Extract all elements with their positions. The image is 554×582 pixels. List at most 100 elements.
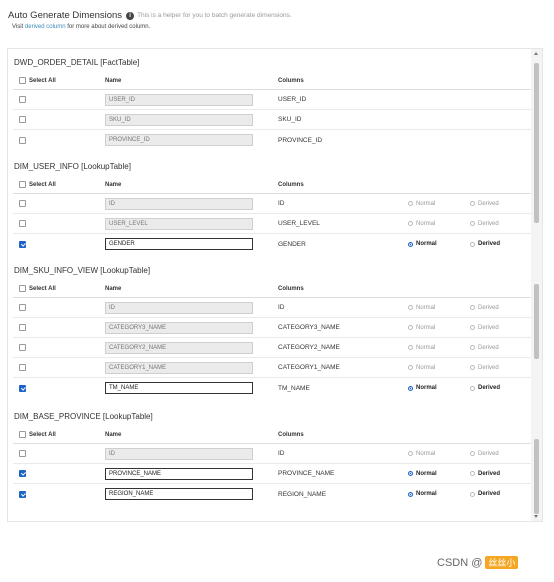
scrollbar-thumb[interactable] [534, 439, 539, 514]
derived-option[interactable]: Derived [470, 378, 500, 398]
derived-option[interactable]: Derived [470, 484, 500, 504]
dimension-name-input[interactable]: CATEGORY3_NAME [105, 321, 253, 334]
normal-option[interactable]: Normal [408, 214, 435, 233]
select-all-checkbox[interactable] [19, 285, 26, 292]
normal-option[interactable]: Normal [408, 234, 437, 254]
row-checkbox[interactable] [19, 384, 26, 392]
derived-radio[interactable] [470, 471, 475, 476]
section-title: DIM_BASE_PROVINCE [LookupTable] [14, 412, 153, 421]
normal-option[interactable]: Normal [408, 318, 435, 337]
derived-radio[interactable] [470, 201, 475, 206]
table-header-row: Select All Name Columns [13, 280, 531, 298]
derived-radio[interactable] [470, 491, 475, 497]
normal-radio[interactable] [408, 241, 413, 247]
select-all-checkbox[interactable] [19, 77, 26, 84]
row-checkbox[interactable] [19, 470, 26, 477]
scrollbar-thumb[interactable] [534, 284, 539, 359]
normal-radio[interactable] [408, 365, 413, 370]
normal-radio[interactable] [408, 471, 413, 476]
normal-radio[interactable] [408, 201, 413, 206]
dimension-name-input[interactable]: ID [105, 447, 253, 460]
normal-radio[interactable] [408, 221, 413, 226]
row-checkbox[interactable] [19, 324, 26, 331]
normal-option[interactable]: Normal [408, 338, 435, 357]
select-all-cell[interactable]: Select All [19, 176, 56, 193]
row-checkbox[interactable] [19, 116, 26, 123]
row-checkbox-cell [19, 378, 29, 398]
derived-option[interactable]: Derived [470, 444, 499, 463]
derived-label: Derived [478, 344, 499, 351]
normal-radio[interactable] [408, 385, 413, 391]
derived-option[interactable]: Derived [470, 298, 499, 317]
normal-radio[interactable] [408, 491, 413, 497]
scrollbar-thumb[interactable] [534, 63, 539, 223]
derived-radio[interactable] [470, 345, 475, 350]
normal-option[interactable]: Normal [408, 444, 435, 463]
dimension-name-input[interactable]: PROVINCE_ID [105, 134, 253, 146]
normal-radio[interactable] [408, 345, 413, 350]
scroll-up-icon[interactable] [534, 52, 538, 55]
dimension-name-input[interactable]: REGION_NAME [105, 488, 253, 500]
row-checkbox[interactable] [19, 220, 26, 227]
select-all-checkbox[interactable] [19, 181, 26, 188]
scroll-down-icon[interactable] [534, 515, 538, 518]
derived-column-link[interactable]: derived column [25, 24, 66, 30]
row-checkbox-cell [19, 130, 29, 150]
dimension-name-input[interactable]: ID [105, 197, 253, 210]
normal-option[interactable]: Normal [408, 378, 437, 398]
derived-radio[interactable] [470, 305, 475, 310]
dimension-name-input[interactable]: ID [105, 301, 253, 314]
normal-option[interactable]: Normal [408, 484, 437, 504]
select-all-cell[interactable]: Select All [19, 280, 56, 297]
derived-radio[interactable] [470, 325, 475, 330]
row-checkbox[interactable] [19, 200, 26, 207]
normal-radio[interactable] [408, 451, 413, 456]
derived-option[interactable]: Derived [470, 318, 499, 337]
scrollbar[interactable] [531, 49, 542, 521]
dimension-name-input[interactable]: USER_LEVEL [105, 217, 253, 230]
derived-option[interactable]: Derived [470, 358, 499, 377]
derived-option[interactable]: Derived [470, 214, 499, 233]
derived-option[interactable]: Derived [470, 234, 500, 254]
watermark-text: CSDN @ [437, 556, 483, 569]
table-section: DIM_SKU_INFO_VIEW [LookupTable] Select Al… [8, 263, 531, 395]
derived-option[interactable]: Derived [470, 194, 499, 213]
derived-radio[interactable] [470, 241, 475, 247]
dimensions-scroll-area[interactable]: DWD_ORDER_DETAIL [FactTable] Select All Na… [8, 49, 531, 521]
select-all-cell[interactable]: Select All [19, 426, 56, 443]
derived-option[interactable]: Derived [470, 464, 500, 483]
select-all-cell[interactable]: Select All [19, 72, 56, 89]
row-checkbox[interactable] [19, 136, 26, 144]
derived-radio[interactable] [470, 365, 475, 370]
row-checkbox[interactable] [19, 344, 26, 351]
row-checkbox[interactable] [19, 450, 26, 457]
row-checkbox[interactable] [19, 304, 26, 311]
dimension-name-input[interactable]: PROVINCE_NAME [105, 467, 253, 480]
normal-option[interactable]: Normal [408, 298, 435, 317]
column-cell: CATEGORY3_NAME [278, 324, 340, 331]
derived-radio[interactable] [470, 221, 475, 226]
dimension-name-input[interactable]: TM_NAME [105, 382, 253, 394]
select-all-checkbox[interactable] [19, 431, 26, 438]
normal-radio[interactable] [408, 325, 413, 330]
visit-line: Visit derived column for more about deri… [12, 24, 292, 30]
dimension-name-input[interactable]: GENDER [105, 238, 253, 250]
row-checkbox[interactable] [19, 490, 26, 498]
dimension-name-input[interactable]: CATEGORY2_NAME [105, 341, 253, 354]
normal-option[interactable]: Normal [408, 464, 437, 483]
dimension-name-input[interactable]: USER_ID [105, 93, 253, 106]
row-checkbox[interactable] [19, 364, 26, 371]
derived-radio[interactable] [470, 451, 475, 456]
normal-option[interactable]: Normal [408, 358, 435, 377]
dimension-name-input[interactable]: CATEGORY1_NAME [105, 361, 253, 374]
dimension-name-input[interactable]: SKU_ID [105, 113, 253, 126]
info-circle-icon[interactable]: i [126, 11, 135, 20]
normal-label: Normal [416, 200, 436, 207]
row-checkbox[interactable] [19, 96, 26, 103]
derived-radio[interactable] [470, 385, 475, 391]
visit-prefix: Visit [12, 24, 24, 30]
normal-option[interactable]: Normal [408, 194, 435, 213]
row-checkbox[interactable] [19, 240, 26, 248]
derived-option[interactable]: Derived [470, 338, 499, 357]
normal-radio[interactable] [408, 305, 413, 310]
